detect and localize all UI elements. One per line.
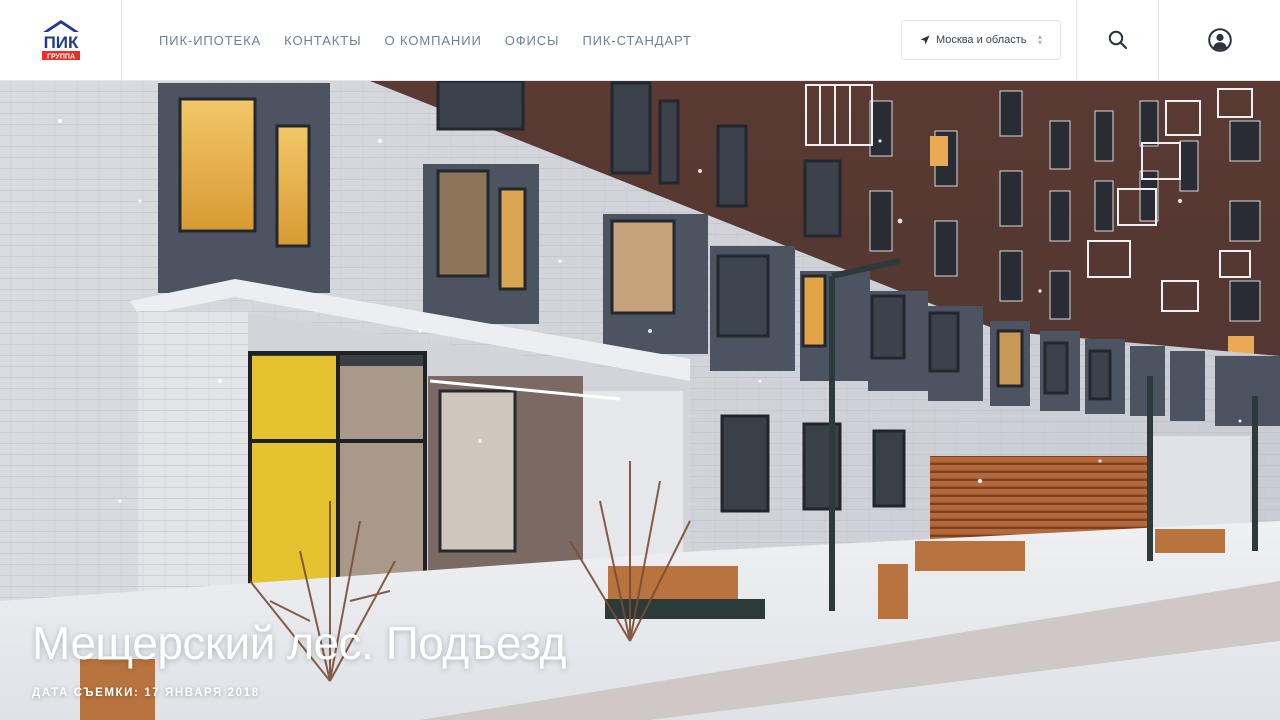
nav-item-about[interactable]: О КОМПАНИИ: [385, 33, 482, 48]
user-icon: [1207, 28, 1232, 52]
location-arrow-icon: [920, 35, 930, 45]
logo-text-gruppa: ГРУППА: [46, 54, 74, 61]
photo-date: ДАТА СЪЕМКИ: 17 ЯНВАРЯ 2018: [32, 687, 260, 699]
nav-item-contacts[interactable]: КОНТАКТЫ: [284, 33, 361, 48]
user-account-button[interactable]: [1158, 0, 1280, 80]
region-selector[interactable]: Москва и область ▴ ▾: [901, 20, 1061, 60]
main-nav: ПИК-ИПОТЕКА КОНТАКТЫ О КОМПАНИИ ОФИСЫ ПИ…: [122, 0, 901, 80]
chevron-updown-icon: ▴ ▾: [1037, 32, 1042, 47]
hero-title: Мещерский лес. Подъезд: [32, 617, 566, 669]
hero-banner: Мещерский лес. Подъезд ДАТА СЪЕМКИ: 17 Я…: [0, 81, 1280, 720]
pik-logo[interactable]: ПИК ГРУППА: [39, 18, 83, 62]
photo-date-value: 17 ЯНВАРЯ 2018: [144, 687, 260, 699]
region-label: Москва и область: [936, 34, 1027, 46]
nav-item-offices[interactable]: ОФИСЫ: [505, 33, 560, 48]
site-header: ПИК ГРУППА ПИК-ИПОТЕКА КОНТАКТЫ О КОМПАН…: [0, 0, 1280, 81]
nav-item-pik-standard[interactable]: ПИК-СТАНДАРТ: [582, 33, 691, 48]
photo-date-label: ДАТА СЪЕМКИ:: [32, 687, 145, 699]
search-icon: [1108, 30, 1127, 50]
logo-text-pik: ПИК: [43, 33, 78, 52]
logo-cell: ПИК ГРУППА: [0, 0, 122, 80]
search-button[interactable]: [1076, 0, 1158, 80]
nav-item-pik-ipoteka[interactable]: ПИК-ИПОТЕКА: [159, 33, 261, 48]
